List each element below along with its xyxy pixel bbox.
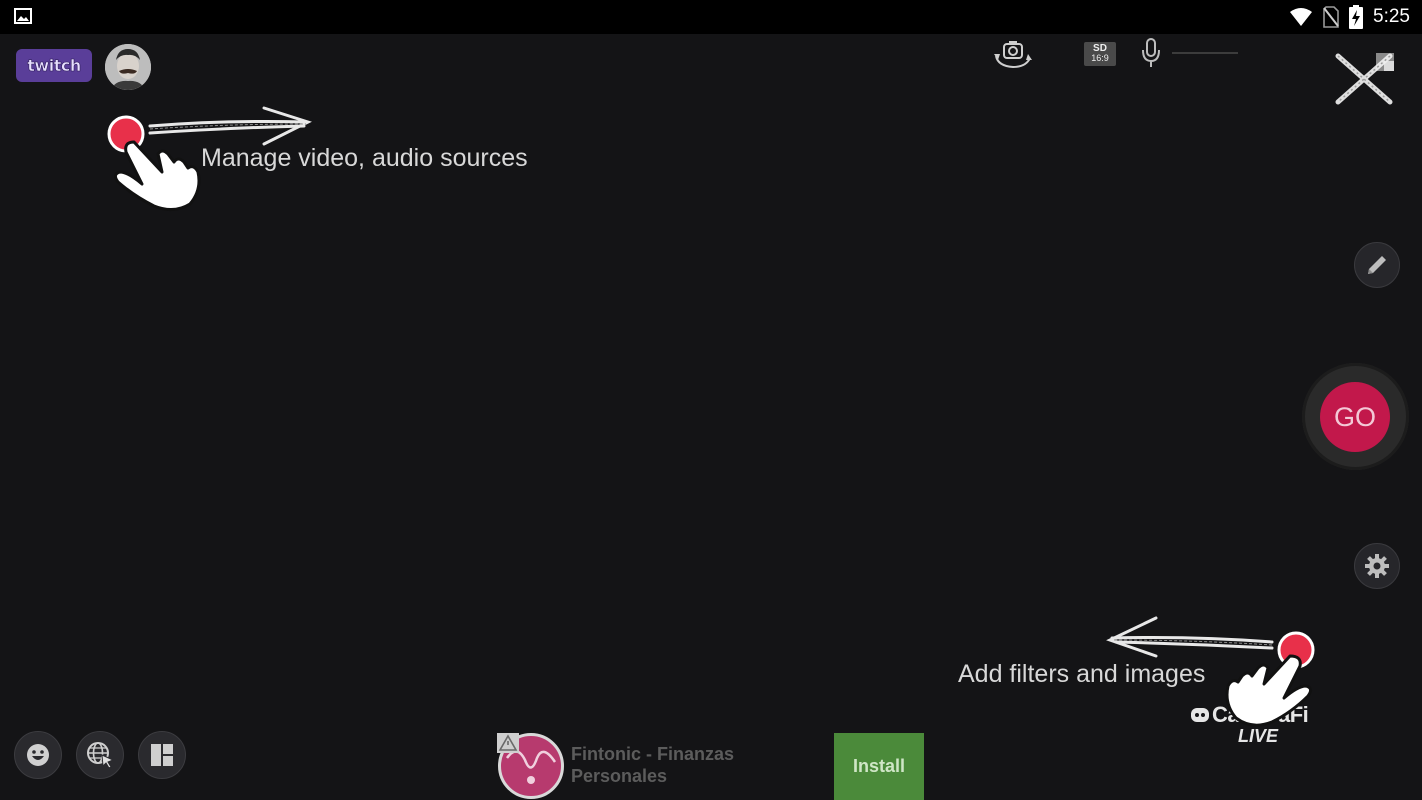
layout-button[interactable]	[138, 731, 186, 779]
wifi-icon	[1290, 8, 1313, 26]
close-icon[interactable]	[1334, 52, 1396, 106]
battery-charging-icon	[1349, 5, 1364, 29]
install-label: Install	[852, 756, 905, 776]
resolution-badge[interactable]: SD 16:9	[1084, 42, 1116, 66]
twitch-logo: twitch	[27, 56, 82, 76]
layout-icon	[151, 744, 173, 766]
globe-cursor-icon	[87, 742, 115, 769]
ad-title[interactable]: Fintonic - Finanzas Personales	[571, 743, 771, 787]
tap-hand-icon	[1225, 631, 1315, 727]
twitch-button[interactable]: twitch	[16, 49, 92, 82]
ad-choices-icon[interactable]	[497, 733, 519, 753]
resolution-aspect: 16:9	[1091, 53, 1109, 63]
audio-level-line	[1172, 52, 1238, 54]
status-icons: 5:25	[1289, 4, 1410, 30]
emoji-button[interactable]	[14, 731, 62, 779]
microphone-icon[interactable]	[1140, 38, 1162, 68]
emoji-icon	[27, 744, 49, 766]
install-button[interactable]: Install	[834, 733, 924, 800]
status-bar: 5:25	[0, 0, 1422, 34]
go-label: GO	[1333, 401, 1376, 432]
edit-button[interactable]	[1354, 242, 1400, 288]
gear-icon	[1365, 554, 1389, 578]
go-live-button[interactable]: GO	[1320, 382, 1390, 452]
hint-filters: Add filters and images	[958, 660, 1206, 688]
camera-switch-icon[interactable]	[992, 40, 1034, 72]
clock: 5:25	[1373, 6, 1410, 27]
gallery-icon	[14, 8, 32, 24]
settings-button[interactable]	[1354, 543, 1400, 589]
tap-hand-icon	[107, 115, 201, 211]
user-avatar-icon	[105, 44, 151, 90]
camerafi-robot-icon	[1191, 708, 1209, 722]
no-sim-icon	[1323, 6, 1339, 28]
avatar[interactable]	[105, 44, 151, 90]
pencil-icon	[1368, 256, 1386, 274]
hint-sources: Manage video, audio sources	[201, 144, 528, 172]
web-source-button[interactable]	[76, 731, 124, 779]
